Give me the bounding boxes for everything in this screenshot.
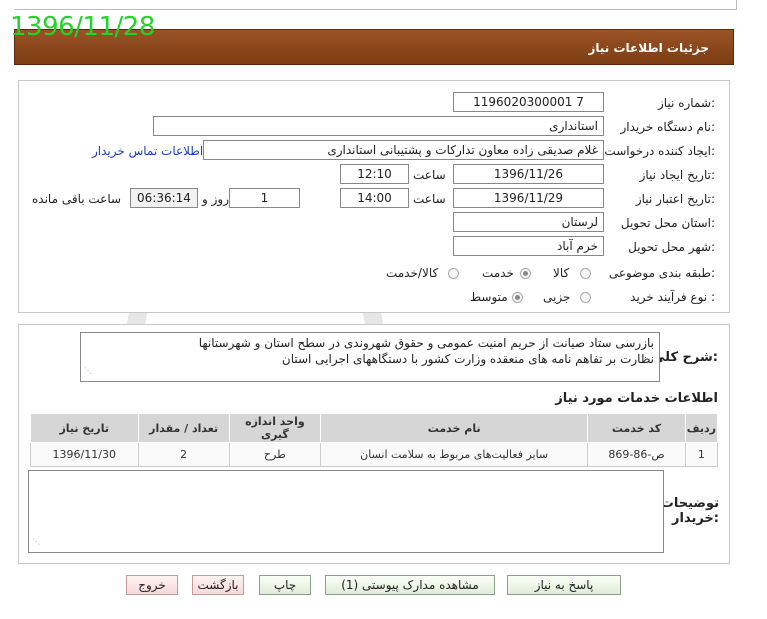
resize-grip-icon[interactable]: ⋰ [32,534,40,550]
col-name: نام خدمت [320,413,589,443]
category-goods-label: کالا [553,266,570,280]
services-table: ردیف کد خدمت نام خدمت واحد اندازه گیری ت… [30,413,719,467]
process-minor-radio[interactable] [580,292,591,303]
general-desc-line2: نظارت بر تفاهم نامه های منعقده وزارت کشو… [281,352,654,366]
col-unit: واحد اندازه گیری [228,413,322,443]
general-desc-textarea[interactable]: بازرسی ستاد صیانت از حریم امنیت عمومی و … [80,332,660,382]
services-title: اطلاعات خدمات مورد نیاز [555,391,718,406]
col-code: کد خدمت [587,413,686,443]
category-goods-service-radio[interactable] [448,268,459,279]
cell-unit: طرح [228,442,322,467]
cell-date: 1396/11/30 [30,442,139,467]
city-label: شهر محل تحویل: [628,240,715,254]
attachments-button[interactable]: مشاهده مدارک پیوستی (1) [325,575,495,595]
date-stamp: 1396/11/28 [10,12,155,42]
category-service-radio[interactable] [520,268,531,279]
requester-label: ایجاد کننده درخواست: [604,144,715,158]
buyer-org-field: استانداری [153,116,604,136]
back-button[interactable]: بازگشت [192,575,244,595]
validity-time-field: 14:00 [340,188,409,208]
buyer-notes-label: توضیحات خریدار: [661,496,719,526]
category-goods-service-label: کالا/خدمت [386,266,439,280]
category-goods-radio[interactable] [580,268,591,279]
general-desc-line1: بازرسی ستاد صیانت از حریم امنیت عمومی و … [198,336,654,350]
process-medium-radio[interactable] [512,292,523,303]
province-field: لرستان [453,212,604,232]
requester-field: غلام صدیقی زاده معاون تدارکات و پشتیبانی… [203,140,604,160]
need-number-label: شماره نیاز: [657,96,715,110]
created-date-field: 1396/11/26 [453,164,604,184]
cell-row: 1 [684,442,719,467]
validity-date-label: تاریخ اعتبار نیاز: [635,192,715,206]
buyer-notes-label-line1: توضیحات [660,496,719,511]
cell-name: سایر فعالیت‌های مربوط به سلامت انسان [320,442,589,467]
province-label: استان محل تحویل: [620,216,715,230]
process-minor-label: جزیی [543,290,571,304]
created-time-label: ساعت [413,168,446,182]
process-medium-label: متوسط [470,290,508,304]
col-date: تاریخ نیاز [30,413,139,443]
buyer-contact-link[interactable]: اطلاعات تماس خریدار [92,144,203,158]
cell-code: ص-86-869 [587,442,686,467]
reply-button[interactable]: پاسخ به نیاز [507,575,621,595]
category-label: طبقه بندی موضوعی: [608,266,715,280]
exit-button[interactable]: خروج [126,575,178,595]
services-header-row: ردیف کد خدمت نام خدمت واحد اندازه گیری ت… [30,413,719,443]
need-number-field: 1196020300001 7 [453,92,604,112]
remaining-time-label: ساعت باقی مانده [32,192,122,206]
category-service-label: خدمت [482,266,514,280]
remaining-days-field: 1 [229,188,300,208]
buyer-notes-label-line2: خریدار: [672,511,719,526]
buyer-org-label: نام دستگاه خریدار: [620,120,716,134]
col-qty: تعداد / مقدار [137,413,230,443]
remaining-time-field: 06:36:14 [130,188,198,208]
resize-grip-icon[interactable]: ⋰ [84,363,92,379]
validity-time-label: ساعت [413,192,446,206]
col-row: ردیف [684,413,719,443]
print-button[interactable]: چاپ [259,575,311,595]
created-time-field: 12:10 [340,164,409,184]
process-label: نوع فرآیند خرید : [630,290,715,304]
created-date-label: تاریخ ایجاد نیاز: [639,168,715,182]
city-field: خرم آباد [453,236,604,256]
table-row: 1 ص-86-869 سایر فعالیت‌های مربوط به سلام… [30,442,719,467]
days-label: روز و [202,192,229,206]
buyer-notes-textarea[interactable]: ⋰ [28,470,664,553]
validity-date-field: 1396/11/29 [453,188,604,208]
cell-qty: 2 [137,442,230,467]
